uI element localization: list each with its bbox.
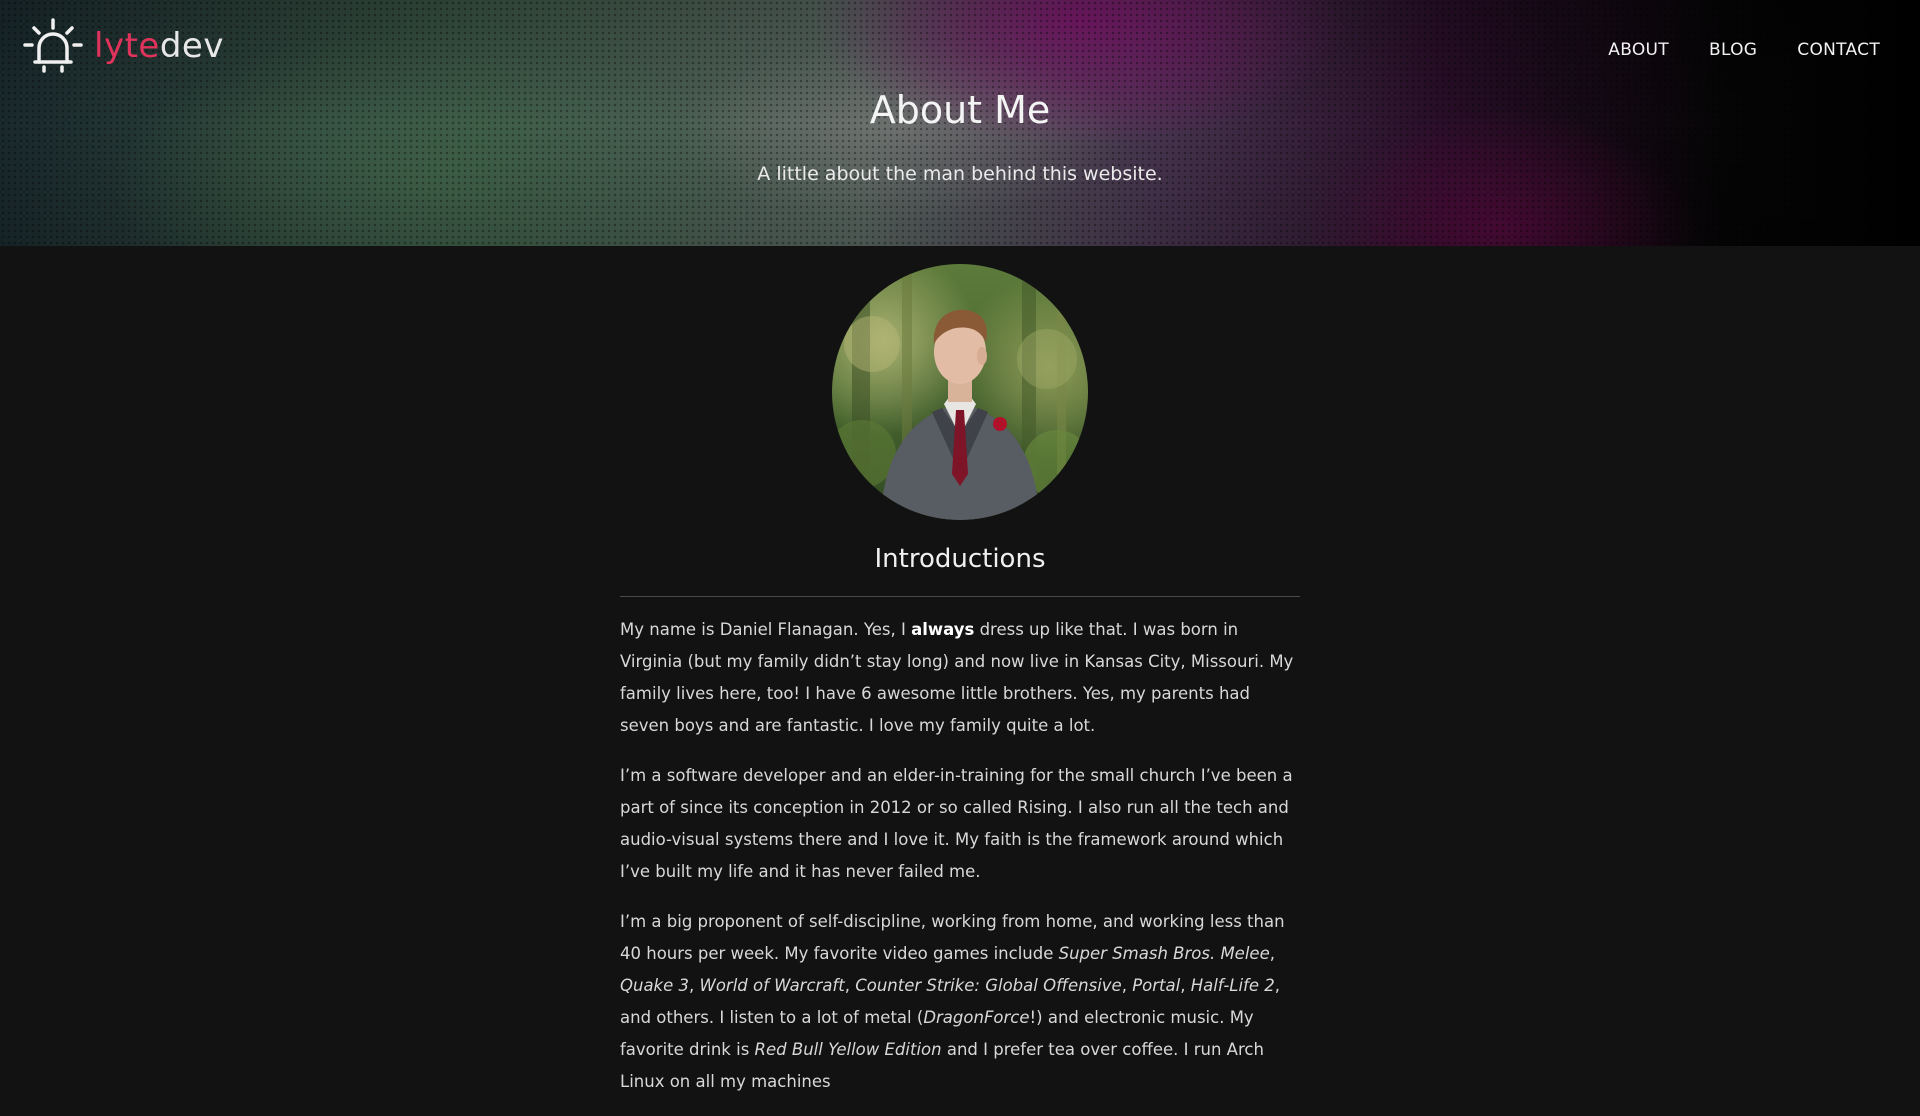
nav-link-about[interactable]: ABOUT [1608, 40, 1669, 60]
drink-name: Red Bull Yellow Edition [754, 1040, 942, 1059]
hobbies-sep-1: , [1269, 944, 1275, 963]
page-subtitle: A little about the man behind this websi… [757, 163, 1163, 185]
band-name-dragonforce: DragonForce [923, 1008, 1030, 1027]
main-content: Introductions My name is Daniel Flanagan… [0, 246, 1920, 1091]
hero-header: lytedev ABOUT BLOG CONTACT About Me A li… [0, 0, 1920, 246]
section-title: Introductions [874, 544, 1046, 574]
hobbies-sep-4: , [1121, 976, 1133, 995]
hobbies-sep-3: , [844, 976, 856, 995]
portrait-photo-icon [832, 264, 1088, 520]
main-nav: ABOUT BLOG CONTACT [1608, 40, 1880, 60]
profile-photo [832, 264, 1088, 520]
paragraph-work-faith: I’m a software developer and an elder-in… [620, 766, 1293, 881]
site-logo-link[interactable]: lytedev [22, 18, 224, 74]
paragraph-intro-text-a: My name is Daniel Flanagan. Yes, I [620, 620, 912, 639]
hobbies-sep-2: , [689, 976, 700, 995]
about-body: My name is Daniel Flanagan. Yes, I alway… [620, 614, 1304, 1116]
paragraph-hobbies: I’m a big proponent of self-discipline, … [620, 906, 1304, 1098]
game-title-csgo: Counter Strike: Global Offensive [855, 976, 1122, 995]
sunrise-bell-icon [23, 18, 83, 73]
nav-link-contact[interactable]: CONTACT [1797, 40, 1880, 60]
paragraph-intro: My name is Daniel Flanagan. Yes, I alway… [620, 614, 1304, 742]
hobbies-sep-5: , [1180, 976, 1191, 995]
site-logo-text: lytedev [94, 29, 224, 63]
game-title-quake: Quake 3 [620, 976, 690, 995]
game-title-portal: Portal [1132, 976, 1181, 995]
page-title: About Me [869, 88, 1051, 132]
logo-text-dev: dev [159, 26, 224, 66]
nav-link-blog[interactable]: BLOG [1709, 40, 1757, 60]
game-title-wow: World of Warcraft [699, 976, 845, 995]
game-title-half-life: Half-Life 2 [1190, 976, 1275, 995]
emphasis-always: always [911, 620, 975, 639]
section-divider [620, 596, 1300, 597]
game-title-melee: Super Smash Bros. Melee [1058, 944, 1270, 963]
logo-text-lyte: lyte [94, 26, 160, 66]
